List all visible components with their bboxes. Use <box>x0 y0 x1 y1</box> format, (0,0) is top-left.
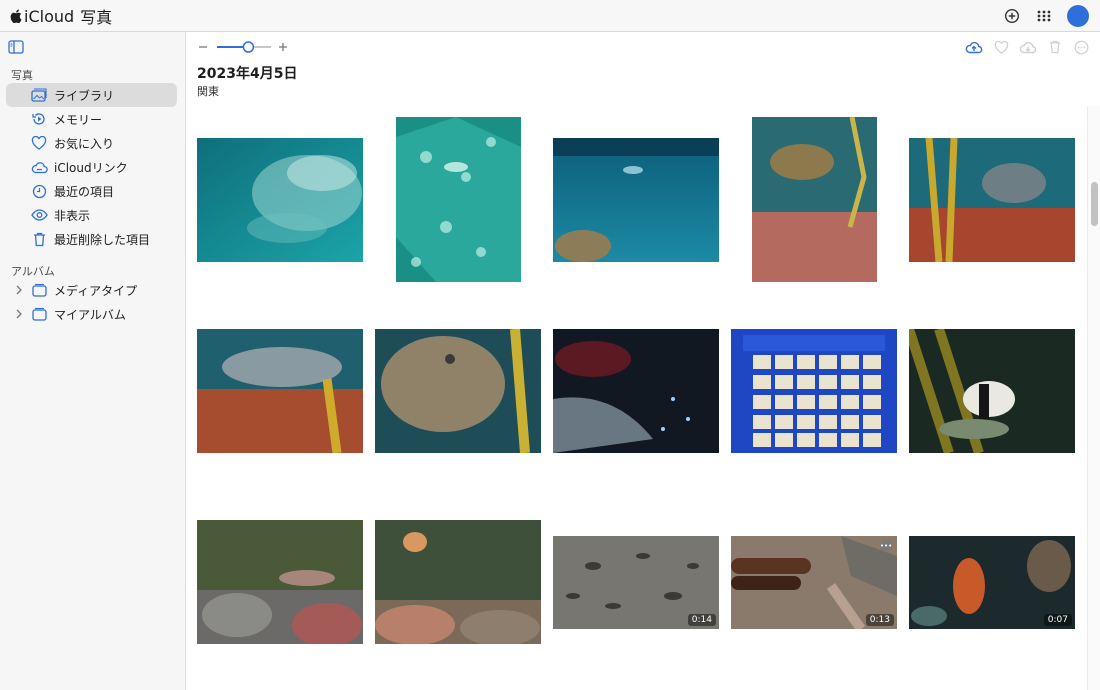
plus-icon <box>279 43 287 51</box>
clock-icon <box>30 182 48 200</box>
top-bar: iCloud 写真 <box>0 0 1100 32</box>
sidebar-item-label: iCloudリンク <box>54 160 128 175</box>
chevron-right-icon[interactable] <box>14 307 24 321</box>
library-icon <box>30 86 48 104</box>
delete-button[interactable] <box>1045 38 1065 56</box>
brand-name: iCloud <box>24 6 75 26</box>
trash-icon <box>1049 40 1061 54</box>
sidebar-item-label: 非表示 <box>54 208 91 223</box>
sidebar-item-my-albums[interactable]: マイアルバム <box>6 302 177 326</box>
photo-thumbnail[interactable] <box>909 329 1075 453</box>
minus-icon <box>199 46 207 48</box>
moment-date: 2023年4月5日 <box>197 66 298 82</box>
sidebar-item-favorites[interactable]: お気に入り <box>6 131 177 155</box>
scrollbar[interactable] <box>1087 106 1100 690</box>
sidebar-item-recently-deleted[interactable]: 最近削除した項目 <box>6 227 177 251</box>
sidebar-item-label: 最近削除した項目 <box>54 232 151 247</box>
photo-thumbnail[interactable] <box>731 329 897 453</box>
sidebar-item-label: メディアタイプ <box>54 283 138 298</box>
sidebar-item-hidden[interactable]: 非表示 <box>6 203 177 227</box>
trash-icon <box>30 230 48 248</box>
folder-icon <box>30 281 48 299</box>
section-label-photos: 写真 <box>11 69 33 82</box>
sidebar-item-memories[interactable]: メモリー <box>6 107 177 131</box>
video-duration: 0:07 <box>1043 614 1072 626</box>
photo-thumbnail[interactable] <box>197 138 363 262</box>
zoom-in-button[interactable] <box>278 39 290 55</box>
photo-thumbnail[interactable] <box>197 520 363 644</box>
sidebar-item-label: メモリー <box>54 112 103 127</box>
video-thumbnail[interactable]: ••• 0:13 <box>731 536 897 629</box>
sidebar: 写真 ライブラリ メモリー お気に入り iCloudリンク 最近の項目 非表示 <box>0 32 186 690</box>
chevron-right-icon[interactable] <box>14 283 24 297</box>
sidebar-item-recents[interactable]: 最近の項目 <box>6 179 177 203</box>
apple-logo-icon <box>10 9 22 23</box>
sidebar-item-label: お気に入り <box>54 136 115 151</box>
video-thumbnail[interactable]: 0:14 <box>553 536 719 629</box>
photo-thumbnail[interactable] <box>553 329 719 453</box>
cloud-upload-icon <box>965 41 983 54</box>
photo-thumbnail[interactable] <box>553 138 719 262</box>
cloud-download-icon <box>1019 41 1037 54</box>
download-button[interactable] <box>1018 38 1038 56</box>
video-duration: 0:14 <box>687 614 716 626</box>
sidebar-item-media-types[interactable]: メディアタイプ <box>6 278 177 302</box>
avatar[interactable] <box>1067 5 1089 27</box>
video-thumbnail[interactable]: 0:07 <box>909 536 1075 629</box>
sidebar-item-library[interactable]: ライブラリ <box>6 83 177 107</box>
photo-toolbar <box>186 32 1100 62</box>
sidebar-toggle-icon[interactable] <box>8 40 24 54</box>
video-duration: 0:13 <box>865 614 894 626</box>
section-label-albums: アルバム <box>11 265 55 278</box>
ellipsis-icon <box>1074 40 1088 54</box>
heart-icon <box>30 134 48 152</box>
more-badge[interactable]: ••• <box>880 540 892 552</box>
photo-thumbnail[interactable] <box>375 520 541 644</box>
zoom-out-button[interactable] <box>198 39 210 55</box>
upload-button[interactable] <box>964 38 984 56</box>
sidebar-item-label: ライブラリ <box>54 88 115 103</box>
sidebar-item-label: マイアルバム <box>54 307 126 322</box>
eye-hidden-icon <box>30 206 48 224</box>
sidebar-item-label: 最近の項目 <box>54 184 115 199</box>
app-title: 写真 <box>80 8 113 27</box>
photo-thumbnail[interactable] <box>197 329 363 453</box>
more-button[interactable] <box>1071 38 1091 56</box>
app-grid-icon[interactable] <box>1034 6 1054 26</box>
app-brand[interactable]: iCloud 写真 <box>10 5 112 27</box>
heart-icon <box>994 40 1008 54</box>
add-icon[interactable] <box>1002 6 1022 26</box>
photo-thumbnail[interactable] <box>396 117 521 282</box>
photo-thumbnail[interactable] <box>375 329 541 453</box>
moment-location[interactable]: 関東 <box>197 83 219 99</box>
memories-icon <box>30 110 48 128</box>
zoom-slider-knob[interactable] <box>242 41 255 53</box>
folder-icon <box>30 305 48 323</box>
scrollbar-thumb[interactable] <box>1091 182 1098 226</box>
sidebar-item-icloud-links[interactable]: iCloudリンク <box>6 155 177 179</box>
cloud-link-icon <box>30 158 48 176</box>
favorite-button[interactable] <box>991 38 1011 56</box>
photo-thumbnail[interactable] <box>909 138 1075 262</box>
photo-thumbnail[interactable] <box>752 117 877 282</box>
zoom-slider[interactable] <box>217 40 271 54</box>
